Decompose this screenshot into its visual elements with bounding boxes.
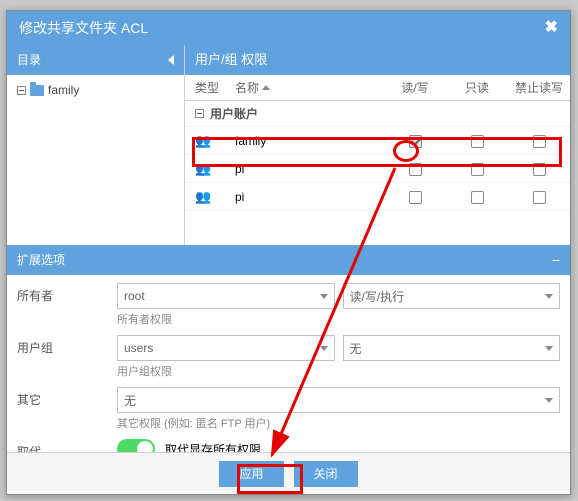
ro-checkbox[interactable] (471, 135, 484, 148)
group-perm-select[interactable]: 无 (343, 335, 561, 361)
rw-checkbox[interactable] (409, 163, 422, 176)
people-icon: 👥 (195, 189, 211, 204)
close-button[interactable]: 关闭 (294, 461, 358, 487)
tree-collapse-icon[interactable] (17, 86, 26, 95)
dialog-title: 修改共享文件夹 ACL (19, 11, 148, 45)
chevron-down-icon (545, 346, 553, 351)
permissions-panel-title: 用户/组 权限 (185, 45, 570, 75)
chevron-down-icon (320, 346, 328, 351)
ro-checkbox[interactable] (471, 191, 484, 204)
table-row[interactable]: 👥 pi (185, 183, 570, 211)
ro-checkbox[interactable] (471, 163, 484, 176)
chevron-down-icon (545, 294, 553, 299)
directory-panel-title: 目录 (17, 45, 41, 75)
group-hint: 用户组权限 (117, 363, 560, 379)
grid-header: 类型 名称 读/写 只读 禁止读写 (185, 75, 570, 101)
row-name: pi (231, 190, 384, 204)
col-no[interactable]: 禁止读写 (508, 79, 570, 96)
apply-button[interactable]: 应用 (219, 461, 283, 487)
group-row-users[interactable]: 用户账户 (185, 101, 570, 127)
row-name: family (231, 134, 384, 148)
other-label: 其它 (17, 387, 117, 408)
chevron-down-icon (320, 294, 328, 299)
dialog-footer: 应用 关闭 (7, 452, 570, 494)
other-hint: 其它权限 (例如: 匿名 FTP 用户) (117, 415, 560, 431)
people-icon: 👥 (195, 161, 211, 176)
permissions-panel: 用户/组 权限 类型 名称 读/写 只读 禁止读写 用户账户 👥 family 👥 p… (185, 45, 570, 245)
col-type[interactable]: 类型 (185, 79, 231, 96)
group-select[interactable]: users (117, 335, 335, 361)
table-row[interactable]: 👥 pi (185, 155, 570, 183)
owner-select[interactable]: root (117, 283, 335, 309)
owner-label: 所有者 (17, 283, 117, 304)
owner-perm-select[interactable]: 读/写/执行 (343, 283, 561, 309)
row-name: pi (231, 162, 384, 176)
col-rw[interactable]: 读/写 (384, 79, 446, 96)
folder-icon (30, 85, 44, 96)
people-icon: 👥 (195, 133, 211, 148)
other-perm-select[interactable]: 无 (117, 387, 560, 413)
col-ro[interactable]: 只读 (446, 79, 508, 96)
table-row[interactable]: 👥 family (185, 127, 570, 155)
group-label: 用户组 (17, 335, 117, 356)
directory-panel: 目录 family (7, 45, 185, 245)
tree-item-family[interactable]: family (17, 83, 174, 97)
collapse-left-icon[interactable] (168, 55, 174, 65)
no-checkbox[interactable] (533, 135, 546, 148)
owner-hint: 所有者权限 (117, 311, 560, 327)
no-checkbox[interactable] (533, 163, 546, 176)
close-icon[interactable]: ✖ (545, 11, 558, 45)
rw-checkbox[interactable] (409, 135, 422, 148)
group-collapse-icon[interactable] (195, 109, 204, 118)
rw-checkbox[interactable] (409, 191, 422, 204)
dialog-header: 修改共享文件夹 ACL ✖ (7, 11, 570, 45)
chevron-down-icon (545, 398, 553, 403)
extended-options-header[interactable]: 扩展选项 − (7, 245, 570, 275)
col-name[interactable]: 名称 (231, 79, 384, 96)
collapse-up-icon[interactable]: − (552, 245, 560, 275)
tree-item-label: family (48, 83, 79, 97)
sort-asc-icon (262, 85, 270, 90)
no-checkbox[interactable] (533, 191, 546, 204)
